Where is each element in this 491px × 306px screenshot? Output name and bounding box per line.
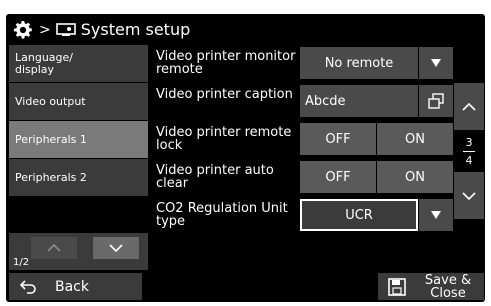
page-title: System setup xyxy=(80,20,191,39)
setting-row-monitor-remote: Video printer monitor remote No remote xyxy=(151,45,453,82)
breadcrumb-separator: > xyxy=(39,21,51,38)
settings-list: Video printer monitor remote No remote V… xyxy=(151,45,453,235)
title-bar: > System setup xyxy=(6,14,485,45)
remote-lock-on-button[interactable]: ON xyxy=(377,123,453,155)
sidebar-item-label: Video output xyxy=(15,94,86,108)
setting-label: Video printer monitor remote xyxy=(156,49,296,77)
page-current: 3 xyxy=(465,135,473,149)
window-edit-icon xyxy=(428,93,444,109)
sidebar-item-label: Language/ display xyxy=(15,50,73,76)
monitor-settings-icon xyxy=(55,22,76,36)
back-label: Back xyxy=(55,278,89,295)
caption-edit-button[interactable] xyxy=(419,85,453,117)
setting-row-caption: Video printer caption Abcde xyxy=(151,83,453,120)
system-setup-window: > System setup Language/ display Video o… xyxy=(6,14,485,302)
save-icon xyxy=(388,277,406,296)
settings-page-indicator: 3 4 xyxy=(454,130,484,172)
setting-row-remote-lock: Video printer remote lock OFF ON xyxy=(151,121,453,158)
sidebar-item-peripherals-1[interactable]: Peripherals 1 xyxy=(9,121,148,158)
settings-scroll: 3 4 xyxy=(454,83,484,219)
page-total: 4 xyxy=(465,153,473,167)
scroll-down-button[interactable] xyxy=(454,172,484,219)
chevron-down-icon xyxy=(109,244,123,253)
monitor-remote-select[interactable]: No remote xyxy=(300,47,418,79)
sidebar-item-peripherals-2[interactable]: Peripherals 2 xyxy=(9,159,148,196)
sidebar-item-language-display[interactable]: Language/ display xyxy=(9,45,148,82)
setting-label: Video printer caption xyxy=(156,87,293,102)
monitor-remote-dropdown-button[interactable] xyxy=(419,47,453,79)
remote-lock-off-button[interactable]: OFF xyxy=(300,123,376,155)
chevron-up-icon xyxy=(47,243,61,252)
sidebar-item-label: Peripherals 1 xyxy=(15,132,87,146)
sidebar-item-label: Peripherals 2 xyxy=(15,170,87,184)
auto-clear-on-button[interactable]: ON xyxy=(377,161,453,193)
back-button[interactable]: Back xyxy=(9,273,142,300)
sidebar: Language/ display Video output Periphera… xyxy=(9,45,148,197)
sidebar-pager: 1/2 xyxy=(9,233,148,270)
caption-text-field[interactable]: Abcde xyxy=(300,85,418,117)
fraction-bar xyxy=(463,150,475,152)
sidebar-item-video-output[interactable]: Video output xyxy=(9,83,148,120)
sidebar-page-up-button[interactable] xyxy=(31,237,77,259)
chevron-down-icon xyxy=(462,191,476,200)
return-arrow-icon xyxy=(19,279,36,294)
sidebar-page-down-button[interactable] xyxy=(93,237,139,259)
triangle-down-icon xyxy=(431,211,441,219)
chevron-up-icon xyxy=(462,102,476,111)
setting-row-co2-unit-type: CO2 Regulation Unit type UCR xyxy=(151,197,453,234)
triangle-down-icon xyxy=(431,59,441,67)
setting-label: CO2 Regulation Unit type xyxy=(156,201,288,229)
save-close-button[interactable]: Save & Close xyxy=(378,273,484,300)
setting-row-auto-clear: Video printer auto clear OFF ON xyxy=(151,159,453,196)
co2-unit-type-dropdown-button[interactable] xyxy=(419,199,453,231)
save-close-label: Save & Close xyxy=(424,272,472,301)
co2-unit-type-select[interactable]: UCR xyxy=(300,199,418,231)
sidebar-page-indicator: 1/2 xyxy=(13,257,30,268)
setting-label: Video printer auto clear xyxy=(156,163,274,191)
scroll-up-button[interactable] xyxy=(454,83,484,130)
setting-label: Video printer remote lock xyxy=(156,125,292,153)
gear-icon xyxy=(14,20,32,39)
auto-clear-off-button[interactable]: OFF xyxy=(300,161,376,193)
